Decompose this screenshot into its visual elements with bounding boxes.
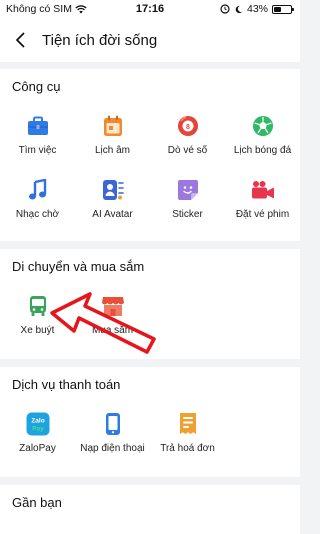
battery-percent: 43% — [246, 3, 268, 15]
tile-lunar-calendar[interactable]: Lịch âm — [75, 107, 150, 171]
chevron-left-icon — [16, 32, 25, 48]
tile-find-job[interactable]: Tìm việc — [0, 107, 75, 171]
svg-text:8: 8 — [186, 124, 190, 131]
tile-label: Lịch âm — [94, 145, 130, 156]
section-tools: Công cụ Tìm việc Lịch âm 8 Dò vé số Lịch… — [0, 69, 300, 241]
section-title-travel: Di chuyển và mua sắm — [12, 259, 145, 274]
lottery-ball-icon: 8 — [175, 113, 201, 139]
tile-label: Nạp điện thoại — [80, 443, 145, 454]
carrier-label: Không có SIM — [6, 3, 72, 15]
section-travel-shopping: Di chuyển và mua sắm Xe buýt Mua sắm — [0, 249, 300, 359]
bus-icon — [25, 293, 51, 319]
moon-icon — [235, 5, 243, 13]
zalopay-logo-text-zalo: Zalo — [31, 418, 44, 425]
tile-label: Dò vé số — [167, 145, 208, 156]
zalopay-icon: Zalo Pay — [25, 411, 51, 437]
tile-shopping[interactable]: Mua sắm — [75, 283, 150, 349]
status-right: 43% — [220, 3, 294, 15]
tile-movie-tickets[interactable]: Đặt vé phim — [225, 171, 300, 235]
tile-label: Xe buýt — [20, 325, 55, 336]
section-payment: Dịch vụ thanh toán Zalo Pay ZaloPay Nạp … — [0, 367, 300, 477]
calendar-icon — [100, 113, 126, 139]
tile-bus[interactable]: Xe buýt — [0, 283, 75, 349]
tile-label: Lịch bóng đá — [233, 145, 292, 156]
status-left: Không có SIM — [6, 3, 87, 15]
tile-sticker[interactable]: Sticker — [150, 171, 225, 235]
briefcase-icon — [25, 113, 51, 139]
section-nearby: Gần bạn — [0, 485, 300, 534]
alarm-lock-icon — [220, 4, 230, 14]
tile-label: Tìm việc — [18, 145, 57, 156]
tile-label: AI Avatar — [92, 209, 133, 220]
zalopay-logo-text-pay: Pay — [32, 426, 44, 433]
tile-ai-avatar[interactable]: AI Avatar — [75, 171, 150, 235]
back-button[interactable] — [10, 28, 30, 52]
tile-label: Trả hoá đơn — [160, 443, 215, 454]
shop-icon — [100, 293, 126, 319]
section-title-payment: Dịch vụ thanh toán — [12, 377, 121, 392]
bill-icon — [175, 411, 201, 437]
tile-label: Sticker — [172, 209, 203, 220]
tile-zalopay[interactable]: Zalo Pay ZaloPay — [0, 401, 75, 467]
payment-grid: Zalo Pay ZaloPay Nạp điện thoại Trả hoá … — [0, 397, 300, 473]
wifi-icon — [75, 4, 87, 13]
tile-label: Nhạc chờ — [15, 209, 60, 220]
sticker-icon — [175, 177, 201, 203]
soccer-ball-icon — [250, 113, 276, 139]
tile-label: Đặt vé phim — [235, 209, 290, 220]
tile-ringback-tone[interactable]: Nhạc chờ — [0, 171, 75, 235]
travel-grid: Xe buýt Mua sắm — [0, 279, 300, 355]
section-title-nearby: Gần bạn — [12, 495, 62, 510]
tile-football-schedule[interactable]: Lịch bóng đá — [225, 107, 300, 171]
battery-fill — [274, 6, 281, 12]
tile-label: Mua sắm — [91, 325, 134, 336]
tile-label: ZaloPay — [19, 443, 56, 454]
tile-pay-bills[interactable]: Trả hoá đơn — [150, 401, 225, 467]
header: Tiện ích đời sống — [0, 18, 300, 62]
tile-phone-topup[interactable]: Nạp điện thoại — [75, 401, 150, 467]
status-bar: Không có SIM 17:16 43% — [0, 0, 300, 18]
phone-topup-icon — [100, 411, 126, 437]
battery-icon — [272, 4, 294, 14]
section-title-tools: Công cụ — [12, 79, 61, 94]
tile-lottery[interactable]: 8 Dò vé số — [150, 107, 225, 171]
movie-camera-icon — [250, 177, 276, 203]
page-title: Tiện ích đời sống — [42, 31, 158, 49]
ai-avatar-icon — [100, 177, 126, 203]
tools-grid: Tìm việc Lịch âm 8 Dò vé số Lịch bóng đá… — [0, 99, 300, 241]
music-note-icon — [25, 177, 51, 203]
